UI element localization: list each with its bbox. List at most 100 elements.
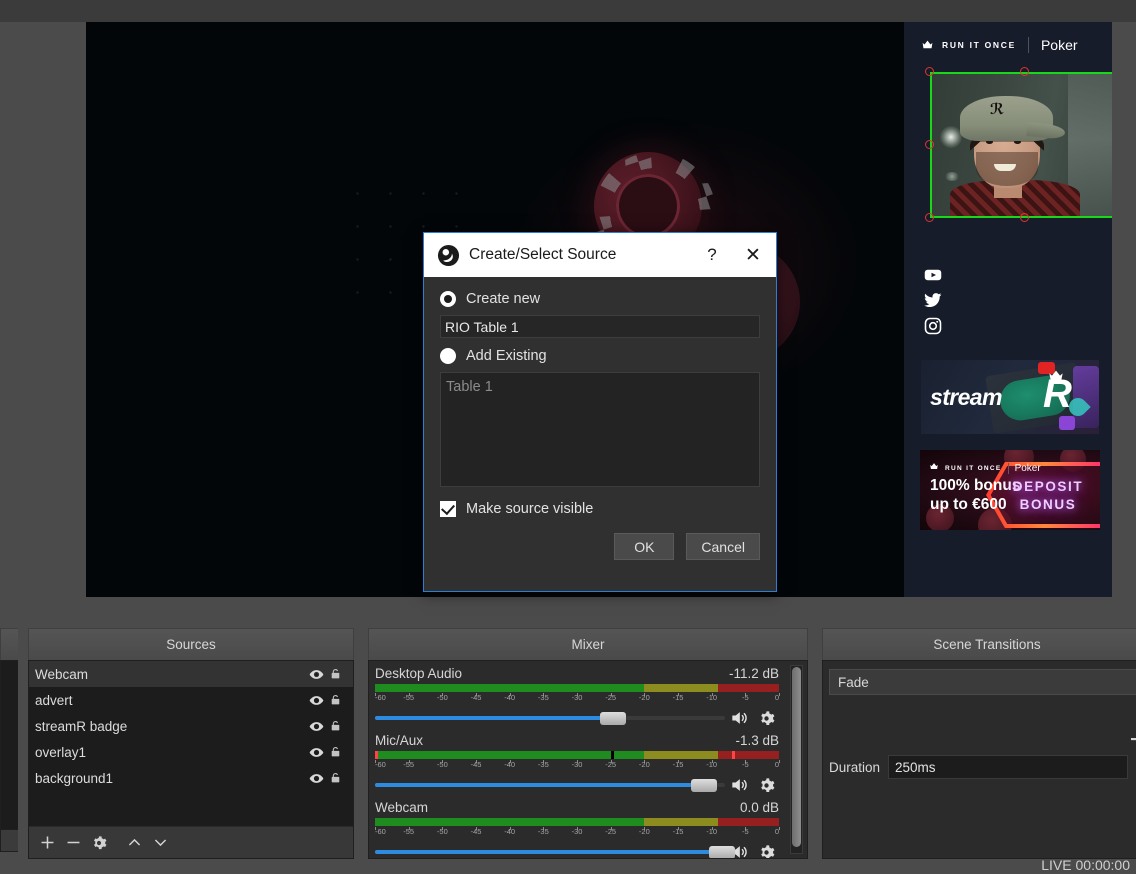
youtube-icon[interactable] [924,266,942,284]
webcam-source-preview[interactable]: ℛ [930,72,1112,218]
add-transition-button[interactable]: + [1129,725,1136,755]
mixer-track-header: Desktop Audio -11.2 dB [375,666,779,681]
eye-icon[interactable] [308,692,325,709]
sources-toolbar [29,826,353,858]
eye-icon[interactable] [308,770,325,787]
move-source-down-button[interactable] [147,830,173,856]
mixer-track-controls [375,708,779,728]
transition-select[interactable]: Fade [829,669,1136,695]
scenes-dock-body[interactable] [0,660,18,830]
mixer-dock-body: Desktop Audio -11.2 dB -60 -55 -50 -45 -40 -35-… [368,660,808,859]
existing-sources-list[interactable]: Table 1 [440,372,760,487]
selection-handle-middle-left[interactable] [925,140,934,149]
cancel-button[interactable]: Cancel [686,533,760,560]
mixer-track-db: -1.3 dB [735,733,779,748]
source-name: overlay1 [35,744,87,760]
volume-slider-handle[interactable] [708,845,735,858]
twitter-icon[interactable] [924,291,942,309]
selection-handle-bottom-center[interactable] [1020,213,1029,222]
overlay-brand: RUN IT ONCE Poker [921,37,1078,53]
stream-overlay-column: RUN IT ONCE Poker ℛ stream R RUN IT ONCE… [904,22,1112,597]
add-source-button[interactable] [34,830,60,856]
make-visible-option[interactable]: Make source visible [440,501,760,517]
scenes-dock-sliver[interactable] [0,628,18,854]
create-new-option[interactable]: Create new [440,291,760,307]
advert-source[interactable]: RUN IT ONCE Poker 100% bonus up to €600 … [920,450,1100,530]
lock-icon[interactable] [327,718,344,735]
mixer-track: Webcam 0.0 dB -60 -55 -50 -45 -40 -35 -30 -25 -20-… [369,795,807,858]
scene-transitions-dock: Scene Transitions Fade + Duration 250ms [822,628,1136,859]
add-existing-radio[interactable] [440,348,456,364]
scenes-dock-title [0,628,18,660]
gear-icon[interactable] [753,844,779,858]
eye-icon[interactable] [308,744,325,761]
ok-button[interactable]: OK [614,533,675,560]
streamr-twitch-badge-icon [1059,416,1075,430]
mixer-track-name: Desktop Audio [375,666,463,681]
lock-icon[interactable] [327,744,344,761]
mixer-level-meter [375,684,779,692]
webcam-light-glow [940,126,962,148]
streamr-badge-source[interactable]: stream R [921,360,1099,434]
gear-icon[interactable] [753,710,779,727]
mixer-track: Mic/Aux -1.3 dB -60 -55 -50 -45 -40 -35 -30 -25 -2… [369,728,807,795]
close-icon[interactable]: ✕ [730,244,776,267]
make-source-visible-label: Make source visible [466,501,594,517]
dialog-title: Create/Select Source [469,246,617,263]
speaker-icon[interactable] [725,708,753,728]
volume-slider-handle[interactable] [691,778,717,792]
source-list-item[interactable]: streamR badge [29,713,353,739]
move-source-up-button[interactable] [121,830,147,856]
source-list-item[interactable]: advert [29,687,353,713]
scene-transitions-dock-title: Scene Transitions [822,628,1136,660]
dialog-help-button[interactable]: ? [694,245,730,265]
eye-icon[interactable] [308,666,325,683]
mixer-dock-title: Mixer [368,628,808,660]
lock-icon[interactable] [327,666,344,683]
advert-badge-line1: DEPOSIT [1012,479,1084,494]
dialog-button-row: OK Cancel [440,533,760,560]
gear-icon[interactable] [753,777,779,794]
lock-icon[interactable] [327,770,344,787]
volume-slider[interactable] [375,710,725,726]
scenes-dock-toolbar[interactable] [0,830,18,852]
lock-icon[interactable] [327,692,344,709]
add-existing-option[interactable]: Add Existing [440,348,760,364]
source-name-input[interactable]: RIO Table 1 [440,315,760,338]
advert-badge-line2: BONUS [1019,496,1077,512]
instagram-icon[interactable] [924,317,942,335]
sources-dock-title: Sources [28,628,354,660]
sources-list[interactable]: Webcam advert streamR badge overlay1 backgro… [29,661,353,826]
volume-slider-fill [375,850,722,854]
source-properties-button[interactable] [86,830,112,856]
volume-slider-fill [375,783,704,787]
source-list-item[interactable]: background1 [29,765,353,791]
selection-handle-top-center[interactable] [1020,67,1029,76]
speaker-icon[interactable] [725,775,753,795]
eye-icon[interactable] [308,718,325,735]
transition-duration-row: Duration 250ms [829,755,1129,779]
add-existing-label: Add Existing [466,348,547,364]
dialog-body: Create new RIO Table 1 Add Existing Tabl… [424,277,776,560]
source-list-item[interactable]: overlay1 [29,739,353,765]
crown-icon [1045,368,1067,389]
remove-source-button[interactable] [60,830,86,856]
selection-handle-bottom-left[interactable] [925,213,934,222]
volume-slider[interactable] [375,844,735,858]
mixer-meter-scale: -60 -55 -50 -45 -40 -35 -30 -25 -20 -15 -10 -5 0 [375,760,780,769]
selection-handle-top-left[interactable] [925,67,934,76]
transition-duration-input[interactable]: 250ms [888,755,1129,779]
volume-slider-handle[interactable] [600,711,626,725]
make-source-visible-checkbox[interactable] [440,501,456,517]
source-list-item[interactable]: Webcam [29,661,353,687]
mixer-level-meter [375,751,779,759]
create-new-radio[interactable] [440,291,456,307]
overlay-brand-name: RUN IT ONCE [942,40,1016,50]
list-item[interactable]: Table 1 [446,379,759,395]
window-top-strip [0,0,1136,22]
mixer-dock: Mixer Desktop Audio -11.2 dB -60 -55 -50 -45-… [368,628,808,859]
volume-slider[interactable] [375,777,725,793]
advert-brand-product: Poker [1014,462,1041,474]
crown-icon [929,459,939,477]
source-name: streamR badge [35,718,128,734]
